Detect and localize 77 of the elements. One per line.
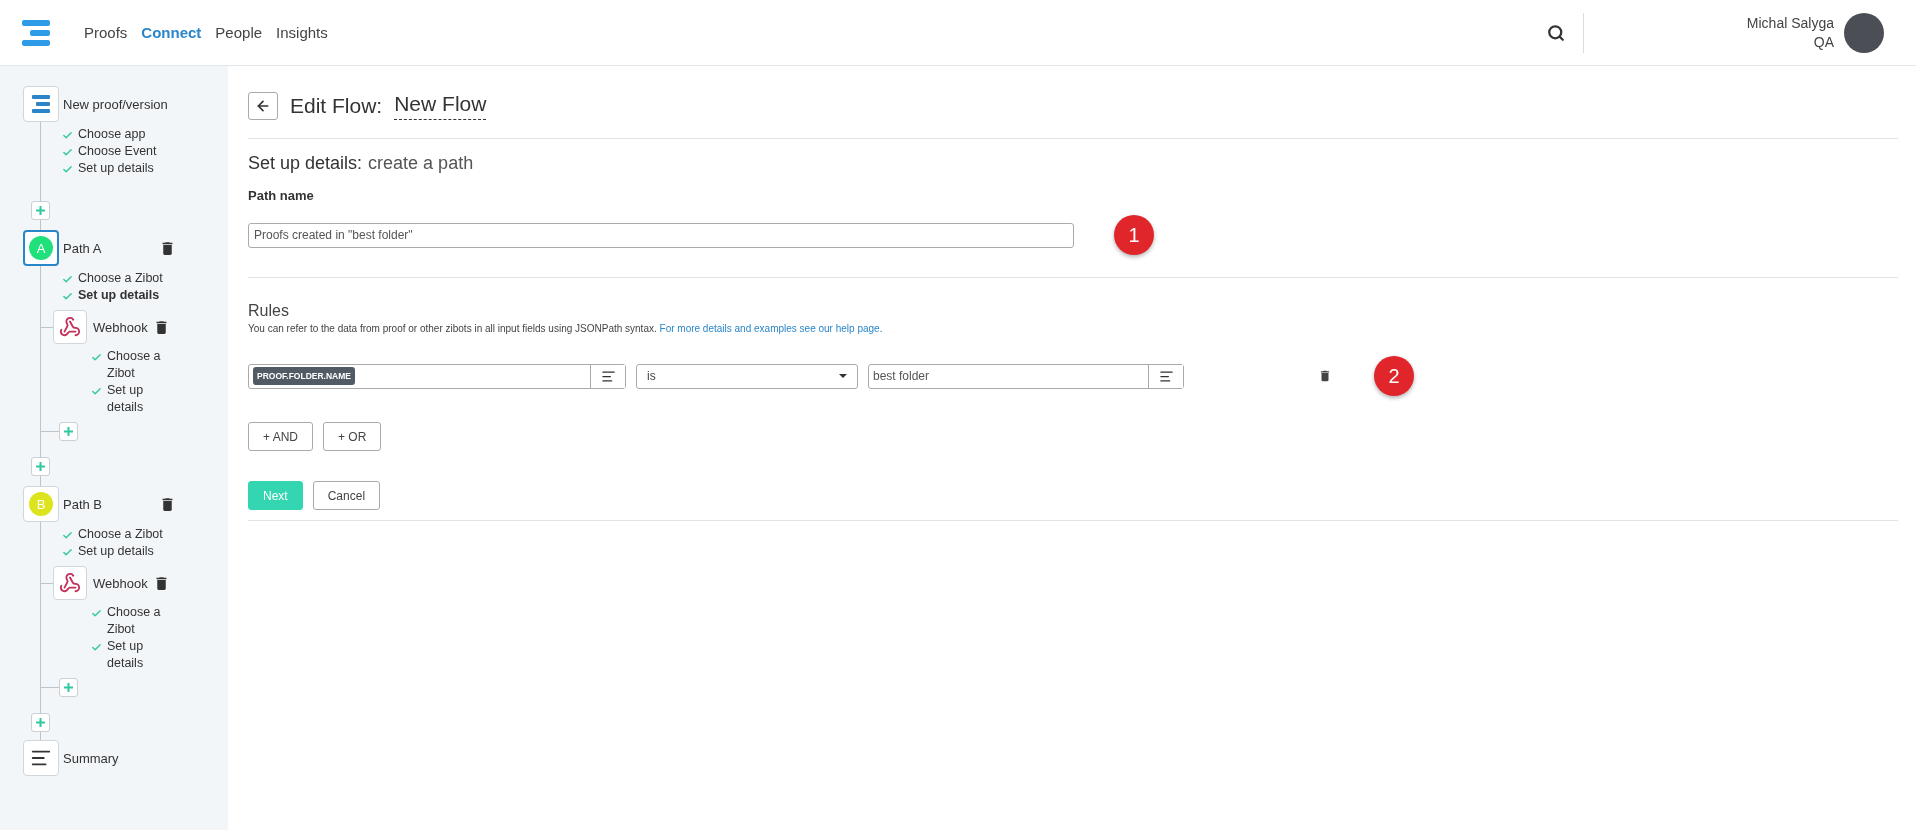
- step-checklist-item: Set up details: [62, 287, 228, 304]
- step-title[interactable]: Summary: [63, 750, 203, 766]
- trash-icon[interactable]: [1318, 369, 1332, 383]
- check-icon: [62, 147, 73, 158]
- nav-link[interactable]: Proofs: [84, 24, 128, 41]
- check-icon: [62, 547, 73, 558]
- arrow-left-icon: [255, 98, 271, 114]
- back-button[interactable]: [248, 92, 278, 120]
- check-icon: [91, 352, 102, 363]
- step-title[interactable]: Path B: [63, 496, 155, 512]
- insert-field-button[interactable]: [590, 364, 625, 388]
- check-icon: [62, 164, 73, 175]
- logo-icon[interactable]: [22, 19, 50, 46]
- step-checklist-item: Choose a Zibot: [91, 604, 171, 638]
- section-heading: Set up details:: [248, 153, 363, 174]
- step-checklist-item: Choose a Zibot: [91, 348, 171, 382]
- logo-icon: [30, 95, 52, 113]
- step-checklist-item: Choose Event: [62, 143, 228, 160]
- check-icon: [62, 130, 73, 141]
- check-icon: [91, 386, 102, 397]
- step-checklist-item: Choose a Zibot: [62, 526, 228, 543]
- step-checklist-item: Choose a Zibot: [62, 270, 228, 287]
- insert-field-button[interactable]: [1148, 364, 1183, 388]
- path-badge: B: [29, 492, 53, 516]
- help-text: You can refer to the data from proof or other zibots in all input fields using JSONPath syntax. For more details and examples see our help page.: [248, 323, 884, 334]
- webhook-icon: [59, 316, 81, 338]
- user-name: Michal Salyga: [1746, 13, 1834, 33]
- step-node[interactable]: [53, 566, 87, 600]
- plus-icon: [64, 427, 73, 436]
- step-node[interactable]: [53, 310, 87, 344]
- plus-icon: [36, 206, 45, 215]
- step-title[interactable]: Webhook: [93, 319, 153, 335]
- page-title: Edit Flow:: [290, 94, 383, 118]
- search-icon[interactable]: [1547, 23, 1565, 42]
- json-path-token[interactable]: PROOF.FOLDER.NAME: [253, 367, 355, 385]
- cancel-button[interactable]: Cancel: [312, 481, 381, 510]
- step-checklist-item: Set up details: [91, 638, 171, 672]
- value-input[interactable]: best folder: [868, 363, 1184, 389]
- add-condition-button[interactable]: + AND: [248, 422, 313, 451]
- align-left-icon: [1158, 368, 1174, 384]
- nav-link[interactable]: Connect: [141, 24, 202, 41]
- section-subheading: create a path: [368, 153, 474, 174]
- path-name-input[interactable]: Proofs created in "best folder": [248, 222, 1074, 248]
- callout-marker: 2: [1374, 356, 1414, 396]
- rules-heading: Rules: [248, 302, 290, 320]
- webhook-icon: [59, 572, 81, 594]
- step-checklist-item: Set up details: [62, 543, 228, 560]
- field-input[interactable]: PROOF.FOLDER.NAME: [248, 363, 626, 389]
- help-link[interactable]: For more details and examples see our help page.: [659, 323, 883, 334]
- user-role: QA: [1813, 32, 1834, 52]
- step-title[interactable]: Webhook: [93, 575, 153, 591]
- check-icon: [62, 291, 73, 302]
- step-checklist-item: Set up details: [91, 382, 171, 416]
- nav-link[interactable]: People: [215, 24, 263, 41]
- step-checklist-item: Choose app: [62, 126, 228, 143]
- path-badge: A: [29, 236, 53, 260]
- add-condition-button[interactable]: + OR: [323, 422, 382, 451]
- plus-icon: [64, 683, 73, 692]
- operator-select[interactable]: is: [636, 363, 858, 389]
- field-label: Path name: [248, 188, 315, 203]
- check-icon: [91, 642, 102, 653]
- check-icon: [62, 274, 73, 285]
- step-title[interactable]: Path A: [63, 240, 155, 256]
- check-icon: [62, 530, 73, 541]
- plus-icon: [36, 462, 45, 471]
- callout-marker: 1: [1114, 215, 1154, 255]
- nav-link[interactable]: Insights: [276, 24, 328, 41]
- align-left-icon: [600, 368, 616, 384]
- avatar[interactable]: [1844, 12, 1884, 53]
- step-node[interactable]: [23, 740, 59, 776]
- caret-icon: [839, 374, 847, 378]
- step-checklist-item: Set up details: [62, 160, 228, 177]
- flow-name[interactable]: New Flow: [394, 92, 487, 120]
- step-node[interactable]: [23, 86, 59, 122]
- step-title[interactable]: New proof/version: [63, 96, 203, 112]
- plus-icon: [36, 718, 45, 727]
- check-icon: [91, 608, 102, 619]
